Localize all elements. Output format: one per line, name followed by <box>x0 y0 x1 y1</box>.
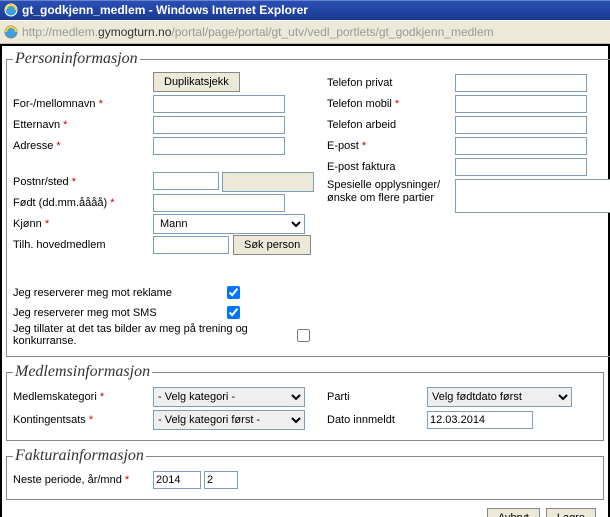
input-epost[interactable] <box>455 137 587 155</box>
textarea-spesielle[interactable] <box>455 179 610 213</box>
select-medlemskategori[interactable]: - Velg kategori - <box>153 387 305 407</box>
window-titlebar: gt_godkjenn_medlem - Windows Internet Ex… <box>0 0 610 20</box>
bottom-button-bar: Avbryt Lagre <box>4 506 606 517</box>
url-part-domain: gymogturn.no <box>98 25 171 39</box>
input-neste-periode-ar[interactable] <box>153 471 201 489</box>
label-telefon-mobil: Telefon mobil * <box>327 98 455 110</box>
label-fodt: Født (dd.mm.åååå) * <box>13 197 153 209</box>
checkbox-reserverer-sms[interactable] <box>227 306 240 319</box>
label-telefon-arbeid: Telefon arbeid <box>327 119 455 131</box>
checkbox-tillater-bilder[interactable] <box>297 329 310 342</box>
select-kontingentsats[interactable]: - Velg kategori først - <box>153 410 305 430</box>
input-telefon-arbeid[interactable] <box>455 116 587 134</box>
label-etternavn: Etternavn * <box>13 119 153 131</box>
input-neste-periode-mnd[interactable] <box>204 471 238 489</box>
label-dato-innmeldt: Dato innmeldt <box>327 414 427 426</box>
section-title-fakturainformasjon: Fakturainformasjon <box>13 447 146 465</box>
input-postnr[interactable] <box>153 172 219 190</box>
section-title-personinformasjon: Personinformasjon <box>13 50 140 68</box>
ie-icon <box>4 3 18 17</box>
label-tillater-bilder: Jeg tillater at det tas bilder av meg på… <box>13 323 293 347</box>
section-fakturainformasjon: Fakturainformasjon Neste periode, år/mnd… <box>6 447 604 500</box>
input-adresse[interactable] <box>153 137 285 155</box>
input-sted <box>222 172 314 192</box>
sok-person-button[interactable]: Søk person <box>233 235 311 255</box>
label-epost-faktura: E-post faktura <box>327 161 455 173</box>
avbryt-button[interactable]: Avbryt <box>487 508 540 517</box>
select-parti[interactable]: Velg fødtdato først <box>427 387 572 407</box>
url-part-gray2: /portal/page/portal/gt_utv/vedl_portlets… <box>171 25 493 39</box>
window-title: gt_godkjenn_medlem - Windows Internet Ex… <box>22 3 308 17</box>
lagre-button[interactable]: Lagre <box>546 508 596 517</box>
input-fodt[interactable] <box>153 194 285 212</box>
select-kjonn[interactable]: Mann <box>153 214 305 234</box>
label-reserverer-sms: Jeg reserverer meg mot SMS <box>13 307 223 319</box>
label-adresse: Adresse * <box>13 140 153 152</box>
label-kjonn: Kjønn * <box>13 218 153 230</box>
address-bar: http://medlem.gymogturn.no/portal/page/p… <box>0 20 610 44</box>
label-postnr: Postnr/sted * <box>13 176 153 188</box>
label-spesielle: Spesielle opplysninger/ ønske om flere p… <box>327 179 455 205</box>
label-epost: E-post * <box>327 140 455 152</box>
duplikatsjekk-button[interactable]: Duplikatsjekk <box>153 72 240 92</box>
label-telefon-privat: Telefon privat <box>327 77 455 89</box>
label-for-mellomnavn: For-/mellomnavn * <box>13 98 153 110</box>
label-parti: Parti <box>327 391 427 403</box>
input-etternavn[interactable] <box>153 116 285 134</box>
input-telefon-privat[interactable] <box>455 74 587 92</box>
url-part-gray1: http://medlem. <box>22 25 98 39</box>
label-medlemskategori: Medlemskategori * <box>13 391 153 403</box>
input-telefon-mobil[interactable] <box>455 95 587 113</box>
page-content: Personinformasjon Duplikatsjekk For-/mel… <box>0 44 610 517</box>
input-dato-innmeldt[interactable] <box>427 411 533 429</box>
section-medlemsinformasjon: Medlemsinformasjon Medlemskategori * - V… <box>6 363 604 441</box>
label-reserverer-reklame: Jeg reserverer meg mot reklame <box>13 287 223 299</box>
section-title-medlemsinformasjon: Medlemsinformasjon <box>13 363 152 381</box>
label-neste-periode: Neste periode, år/mnd * <box>13 474 153 486</box>
label-tilh-hovedmedlem: Tilh. hovedmedlem <box>13 239 153 251</box>
input-epost-faktura[interactable] <box>455 158 587 176</box>
input-tilh-hovedmedlem[interactable] <box>153 236 229 254</box>
ie-icon <box>4 25 18 39</box>
input-for-mellomnavn[interactable] <box>153 95 285 113</box>
section-personinformasjon: Personinformasjon Duplikatsjekk For-/mel… <box>6 50 610 357</box>
checkbox-reserverer-reklame[interactable] <box>227 286 240 299</box>
label-kontingentsats: Kontingentsats * <box>13 414 153 426</box>
url-text[interactable]: http://medlem.gymogturn.no/portal/page/p… <box>22 25 494 39</box>
